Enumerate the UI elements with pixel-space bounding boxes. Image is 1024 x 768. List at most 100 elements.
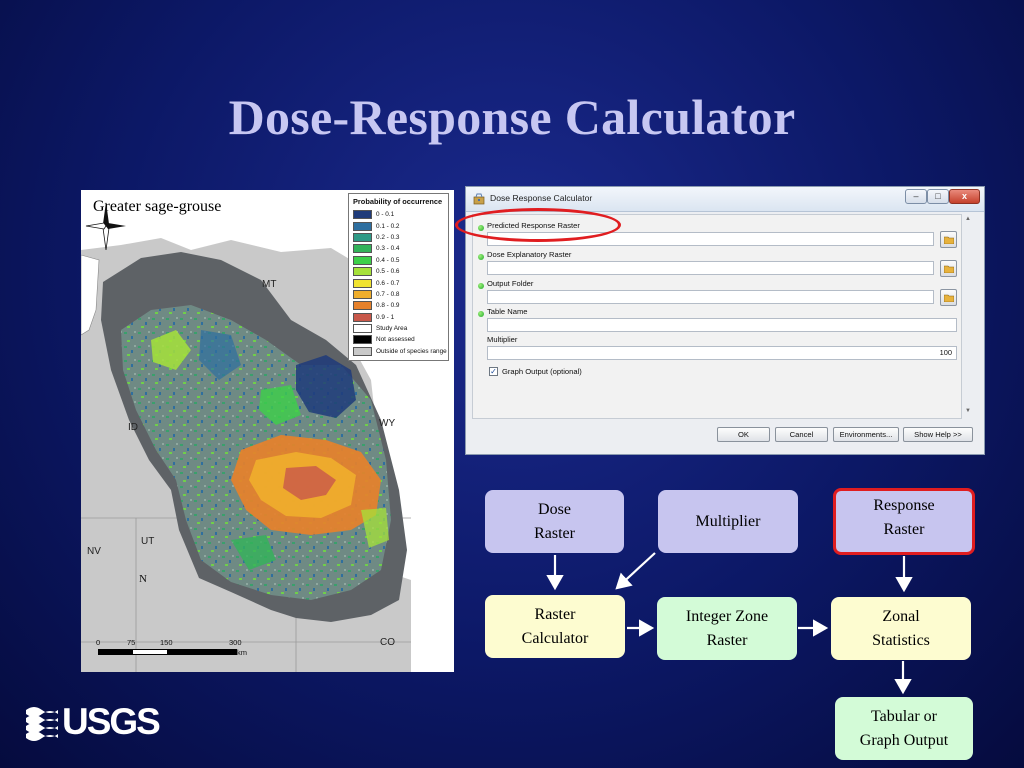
legend-item: 0.7 - 0.8 bbox=[353, 289, 444, 300]
north-label: N bbox=[139, 573, 147, 585]
folder-open-icon bbox=[944, 265, 954, 273]
browse-output-folder-button[interactable] bbox=[940, 289, 957, 306]
multiplier-box: Multiplier bbox=[658, 490, 798, 553]
state-label-mt: MT bbox=[262, 279, 277, 290]
integer-zone-raster-box: Integer Zone Raster bbox=[657, 597, 797, 660]
dose-raster-line2: Raster bbox=[534, 524, 575, 542]
tabular-graph-output-box: Tabular or Graph Output bbox=[835, 697, 973, 760]
response-raster-box: Response Raster bbox=[833, 488, 975, 555]
state-label-nv: NV bbox=[87, 546, 101, 557]
zonal-statistics-line2: Statistics bbox=[872, 631, 930, 649]
legend-swatch bbox=[353, 267, 372, 277]
dose-explanatory-label: Dose Explanatory Raster bbox=[487, 250, 572, 259]
legend-title: Probability of occurrence bbox=[353, 197, 443, 206]
legend-item: 0.4 - 0.5 bbox=[353, 255, 444, 266]
dialog-title: Dose Response Calculator bbox=[490, 193, 593, 203]
graph-output-checkbox[interactable]: ✓ bbox=[489, 367, 498, 376]
raster-calculator-line1: Raster bbox=[534, 606, 576, 624]
legend-swatch bbox=[353, 255, 372, 265]
multiplier-label: Multiplier bbox=[487, 335, 518, 344]
multiplier-line1: Multiplier bbox=[695, 512, 761, 530]
legend-swatch bbox=[353, 301, 372, 311]
legend-swatch bbox=[353, 221, 372, 231]
usgs-logo-text: USGS bbox=[62, 701, 161, 742]
legend-item: Outside of species range bbox=[353, 346, 447, 357]
legend-label: 0.3 - 0.4 bbox=[376, 245, 400, 253]
legend-swatch bbox=[353, 232, 372, 242]
predicted-response-label: Predicted Response Raster bbox=[487, 221, 580, 230]
legend-swatch bbox=[353, 312, 372, 322]
legend-item: 0.9 - 1 bbox=[353, 312, 444, 323]
state-label-id: ID bbox=[128, 422, 138, 433]
output-folder-label: Output Folder bbox=[487, 279, 534, 288]
legend-item: 0.1 - 0.2 bbox=[353, 220, 444, 231]
table-name-label: Table Name bbox=[487, 307, 528, 316]
legend-label: 0.4 - 0.5 bbox=[376, 256, 400, 264]
scale-tick-300: 300 bbox=[229, 638, 242, 647]
maximize-button[interactable]: □ bbox=[927, 189, 949, 204]
legend-label: 0.7 - 0.8 bbox=[376, 290, 400, 298]
legend-swatch bbox=[353, 289, 372, 299]
tabular-output-line2: Graph Output bbox=[859, 731, 949, 749]
north-arrow-icon bbox=[85, 202, 126, 251]
integer-zone-line1: Integer Zone bbox=[685, 608, 769, 626]
required-dot-icon bbox=[478, 254, 484, 260]
toolbox-icon bbox=[473, 193, 485, 205]
legend-item: 0.8 - 0.9 bbox=[353, 300, 444, 311]
dose-raster-box: Dose Raster bbox=[485, 490, 624, 553]
legend-label: 0.1 - 0.2 bbox=[376, 222, 400, 230]
environments-button[interactable]: Environments... bbox=[833, 427, 899, 442]
legend-item: 0.2 - 0.3 bbox=[353, 232, 444, 243]
legend-label: Not assessed bbox=[376, 336, 415, 344]
legend-label: 0.8 - 0.9 bbox=[376, 302, 400, 310]
scale-unit: km bbox=[237, 648, 247, 657]
folder-open-icon bbox=[944, 236, 954, 244]
legend-swatch bbox=[353, 324, 372, 334]
scroll-down-icon[interactable]: ▼ bbox=[965, 408, 971, 414]
state-label-co: CO bbox=[380, 637, 395, 648]
legend-swatch bbox=[353, 244, 372, 254]
tabular-output-line1: Tabular or bbox=[871, 708, 937, 726]
legend-label: Outside of species range bbox=[376, 347, 447, 355]
required-dot-icon bbox=[478, 311, 484, 317]
close-button[interactable]: x bbox=[949, 189, 980, 204]
folder-open-icon bbox=[944, 294, 954, 302]
show-help-button[interactable]: Show Help >> bbox=[903, 427, 973, 442]
output-folder-input[interactable] bbox=[487, 290, 934, 304]
cancel-button[interactable]: Cancel bbox=[775, 427, 828, 442]
ok-button[interactable]: OK bbox=[717, 427, 770, 442]
integer-zone-line2: Raster bbox=[706, 631, 748, 649]
table-name-input[interactable] bbox=[487, 318, 957, 332]
scale-tick-0: 0 bbox=[96, 638, 101, 647]
legend-item: Not assessed bbox=[353, 334, 444, 345]
response-raster-line1: Response bbox=[873, 497, 935, 515]
required-dot-icon bbox=[478, 283, 484, 289]
state-label-ut: UT bbox=[141, 536, 155, 547]
legend-label: 0.9 - 1 bbox=[376, 313, 395, 321]
legend-label: Study Area bbox=[376, 325, 408, 333]
browse-dose-explanatory-button[interactable] bbox=[940, 260, 957, 277]
multiplier-input[interactable]: 100 bbox=[487, 346, 957, 360]
graph-output-label: Graph Output (optional) bbox=[502, 367, 582, 376]
dialog-scrollbar[interactable]: ▲ ▼ bbox=[963, 214, 975, 419]
scale-tick-75: 75 bbox=[127, 638, 136, 647]
scale-tick-150: 150 bbox=[160, 638, 173, 647]
scroll-up-icon[interactable]: ▲ bbox=[965, 216, 971, 222]
scale-bar: 0 75 150 300 km bbox=[95, 638, 255, 668]
raster-calculator-box: Raster Calculator bbox=[485, 595, 625, 658]
minimize-button[interactable]: – bbox=[905, 189, 927, 204]
raster-calculator-line2: Calculator bbox=[521, 629, 589, 647]
legend-label: 0.5 - 0.6 bbox=[376, 268, 400, 276]
browse-predicted-response-button[interactable] bbox=[940, 231, 957, 248]
zonal-statistics-line1: Zonal bbox=[882, 608, 920, 626]
dialog-form: Predicted Response Raster Dose Explanato… bbox=[472, 214, 962, 419]
dose-explanatory-input[interactable] bbox=[487, 261, 934, 275]
legend-item: 0.6 - 0.7 bbox=[353, 277, 444, 288]
legend-label: 0.6 - 0.7 bbox=[376, 279, 400, 287]
state-label-wy: WY bbox=[379, 418, 396, 429]
predicted-response-input[interactable] bbox=[487, 232, 934, 246]
sage-grouse-map: Greater sage-grouse MT ID WY UT NV CO Pr… bbox=[81, 190, 454, 672]
dialog-titlebar[interactable]: Dose Response Calculator – □ x bbox=[466, 187, 984, 212]
legend-item: Study Area bbox=[353, 323, 444, 334]
map-legend: Probability of occurrence 0 - 0.1 0.1 - 0… bbox=[348, 193, 449, 361]
